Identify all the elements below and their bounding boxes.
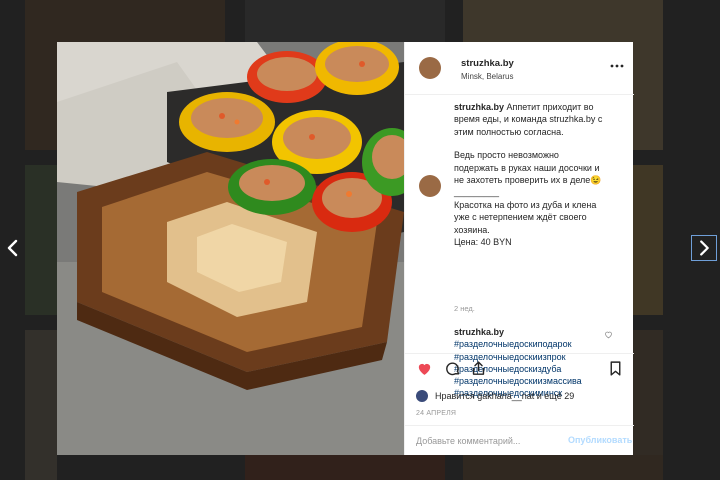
post-date[interactable]: 24 АПРЕЛЯ	[416, 410, 456, 417]
post-actions: Нравится gakharia__nat и ещё 29 24 АПРЕЛ…	[405, 353, 634, 455]
post-modal: struzhka.by Minsk, Belarus struzhka.by А…	[57, 42, 634, 455]
caption-line: время еды, и команда struzhka.by с	[454, 114, 603, 125]
comment-like-icon[interactable]	[604, 330, 613, 339]
bookmark-icon[interactable]	[607, 360, 624, 377]
more-icon[interactable]	[610, 63, 624, 69]
author-username[interactable]: struzhka.by	[461, 58, 514, 69]
caption-avatar[interactable]	[419, 175, 441, 197]
caption-line: подержать в руках наши досочки и	[454, 162, 600, 173]
publish-button[interactable]: Опубликовать	[568, 435, 632, 445]
post-location[interactable]: Minsk, Belarus	[461, 72, 513, 81]
chevron-left-icon[interactable]	[0, 235, 26, 261]
comment-username[interactable]: struzhka.by	[454, 326, 614, 338]
caption-price: Цена: 40 BYN	[454, 237, 512, 248]
caption-line: хозяина.	[454, 224, 490, 235]
liker-avatar[interactable]	[416, 390, 428, 402]
caption-time-ago[interactable]: 2 нед.	[454, 304, 475, 313]
comment-icon[interactable]	[444, 360, 461, 377]
add-comment-box: Опубликовать	[405, 425, 634, 456]
heart-icon[interactable]	[416, 360, 433, 377]
chevron-right-icon[interactable]	[691, 235, 717, 261]
likes-summary[interactable]: Нравится gakharia__nat и ещё 29	[416, 390, 574, 402]
hashtag-link[interactable]: #разделочныедоскиподарок	[454, 338, 614, 350]
comment-input[interactable]	[416, 434, 556, 448]
caption-line: Красотка на фото из дуба и клена	[454, 199, 597, 210]
post-details-panel: struzhka.by Minsk, Belarus struzhka.by А…	[404, 42, 634, 455]
caption-line: не захотеть проверить их в деле😉	[454, 175, 602, 186]
post-photo[interactable]	[57, 42, 404, 455]
post-caption: struzhka.by Аппетит приходит во время ед…	[454, 101, 624, 248]
share-icon[interactable]	[470, 360, 487, 377]
likes-text[interactable]: Нравится gakharia__nat и ещё 29	[435, 391, 574, 401]
author-avatar[interactable]	[419, 57, 441, 79]
caption-separator: _________	[454, 187, 500, 198]
caption-line: Ведь просто невозможно	[454, 150, 559, 161]
caption-line: этим полностью согласна.	[454, 126, 564, 137]
caption-line: Аппетит приходит во	[506, 102, 594, 112]
post-image	[57, 42, 404, 455]
comments-area[interactable]: struzhka.by Аппетит приходит во время ед…	[405, 95, 634, 398]
caption-username[interactable]: struzhka.by	[454, 102, 504, 112]
caption-line: уже с нетерпением ждёт своего	[454, 212, 587, 223]
post-header: struzhka.by Minsk, Belarus	[405, 42, 634, 95]
